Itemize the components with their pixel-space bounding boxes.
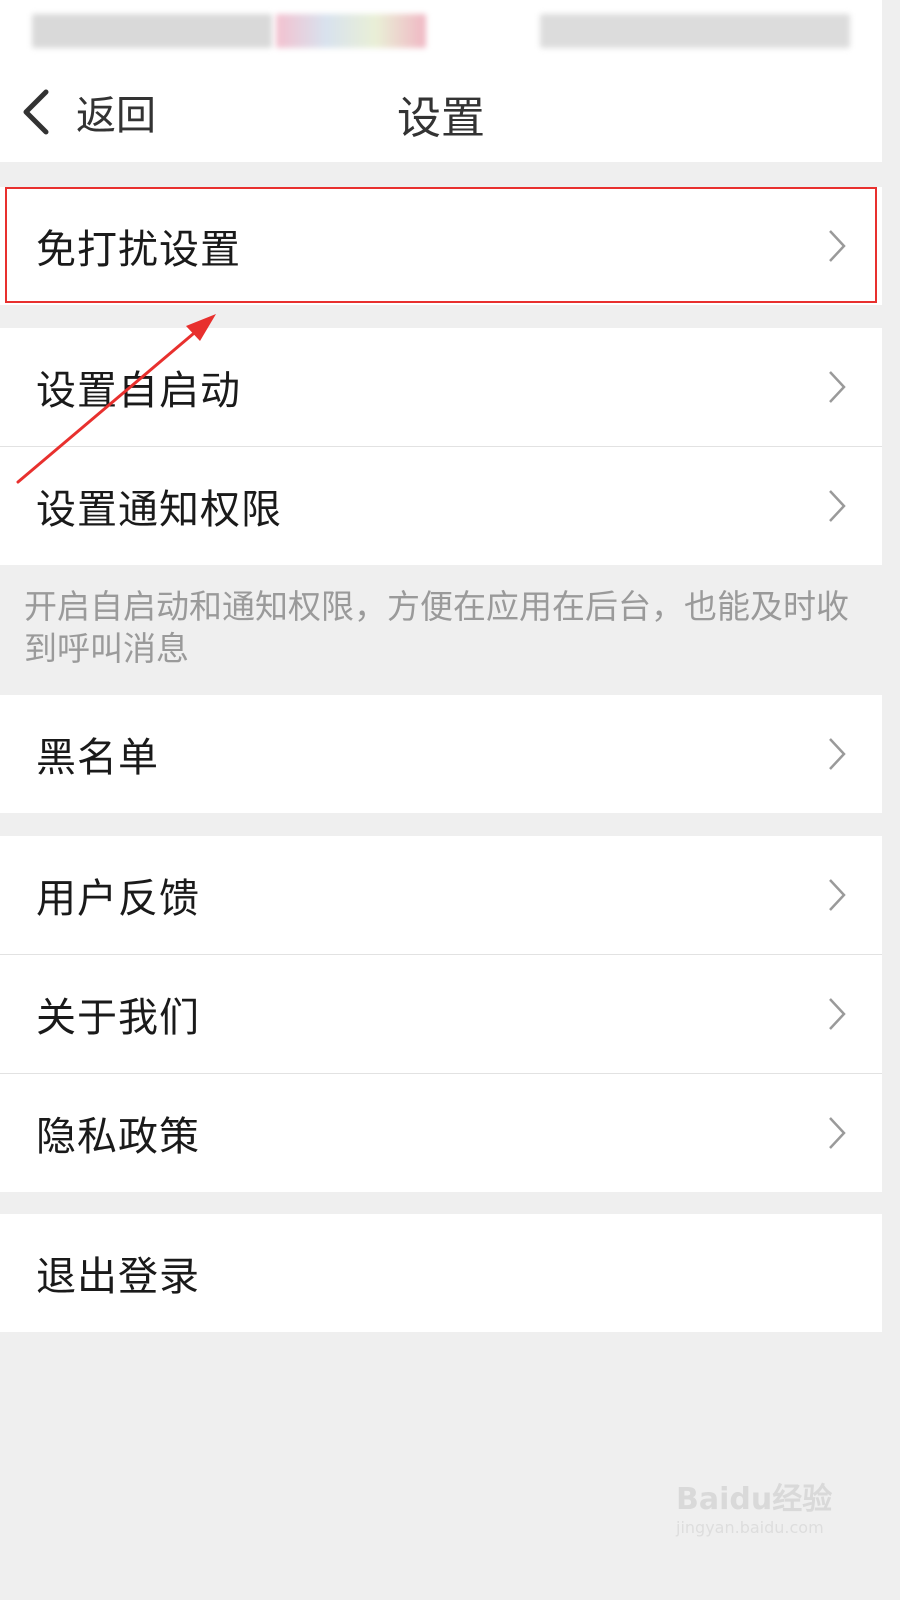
annotation-arrow-icon [16,314,216,484]
watermark-url: jingyan.baidu.com [676,1518,824,1537]
baidu-jingyan-watermark: Baidu经验 jingyan.baidu.com [676,1474,846,1550]
watermark-logo: Baidu经验 [676,1482,833,1517]
